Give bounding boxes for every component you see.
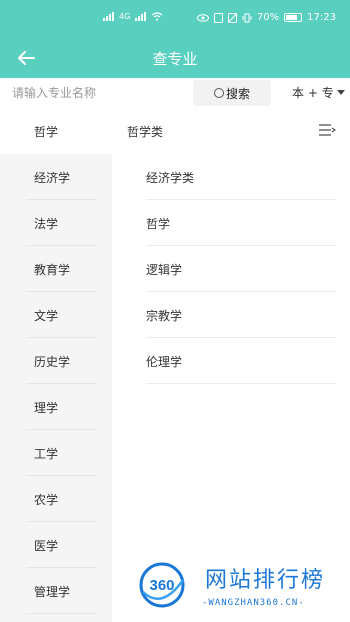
navigation-header: 查专业 <box>0 38 350 78</box>
search-input[interactable] <box>12 82 188 104</box>
subject-list: 哲学类 经济学类 哲学 逻辑学 宗教学 伦理学 <box>112 108 350 622</box>
battery-icon <box>284 13 303 22</box>
category-item-law[interactable]: 法学 <box>0 200 112 246</box>
search-icon <box>213 88 224 98</box>
subject-label: 逻辑学 <box>146 263 183 277</box>
network-type: 4G <box>119 12 131 21</box>
category-label: 经济学 <box>34 171 71 185</box>
category-label: 医学 <box>34 539 59 553</box>
category-item-philosophy[interactable]: 哲学 <box>0 108 112 154</box>
eye-icon <box>196 13 209 22</box>
category-item-agriculture[interactable]: 农学 <box>0 476 112 522</box>
clock-time: 17:23 <box>307 12 336 23</box>
status-right: 70% 17:23 <box>196 12 336 23</box>
nfc-icon <box>213 12 223 23</box>
category-label: 历史学 <box>34 355 71 369</box>
category-label: 管理学 <box>34 585 71 599</box>
group-title: 哲学类 <box>127 125 164 139</box>
category-item-medicine[interactable]: 医学 <box>0 522 112 568</box>
category-label: 工学 <box>34 447 59 461</box>
mute-icon <box>227 12 237 23</box>
category-label: 文学 <box>34 309 59 323</box>
search-button[interactable]: 搜索 <box>193 80 271 106</box>
category-label: 哲学 <box>34 125 59 139</box>
level-select-value: 本 + 专 <box>292 86 334 100</box>
level-select-dropdown[interactable]: 本 + 专 <box>292 84 345 101</box>
signal-indicators: 4G <box>103 12 163 21</box>
category-label: 理学 <box>34 401 59 415</box>
divider <box>146 383 336 384</box>
subject-label: 经济学类 <box>146 171 195 185</box>
subject-label: 宗教学 <box>146 309 183 323</box>
divider <box>26 613 96 614</box>
wifi-icon <box>151 12 163 21</box>
subject-item[interactable]: 宗教学 <box>146 292 336 338</box>
watermark: 360 网站排行榜 -WANGZHAN360.CN- <box>132 558 350 620</box>
category-item-literature[interactable]: 文学 <box>0 292 112 338</box>
vibrate-icon <box>242 13 252 22</box>
subject-item[interactable]: 逻辑学 <box>146 246 336 292</box>
category-item-history[interactable]: 历史学 <box>0 338 112 384</box>
logo-360-icon: 360 <box>139 562 185 608</box>
battery-percentage: 70% <box>256 12 280 23</box>
caret-down-icon <box>336 90 345 95</box>
svg-text:360: 360 <box>149 577 174 594</box>
page-title: 查专业 <box>152 50 198 68</box>
category-item-economics[interactable]: 经济学 <box>0 154 112 200</box>
category-item-engineering[interactable]: 工学 <box>0 430 112 476</box>
category-label: 法学 <box>34 217 59 231</box>
category-sidebar: 哲学 经济学 法学 教育学 文学 历史学 理学 工学 农学 医学 管理学 <box>0 108 112 622</box>
subject-item[interactable]: 经济学类 <box>146 154 336 200</box>
watermark-brand: 网站排行榜 <box>205 568 326 593</box>
category-label: 农学 <box>34 493 59 507</box>
signal-bars-2-icon <box>135 12 147 21</box>
category-item-education[interactable]: 教育学 <box>0 246 112 292</box>
search-button-label: 搜索 <box>225 86 250 101</box>
status-bar: 4G 70% 17:23 <box>0 0 350 38</box>
category-item-management[interactable]: 管理学 <box>0 568 112 614</box>
watermark-url: -WANGZHAN360.CN- <box>202 598 305 608</box>
signal-bars-icon <box>103 12 114 21</box>
subject-label: 哲学 <box>146 217 171 231</box>
subject-item[interactable]: 伦理学 <box>146 338 336 384</box>
app-header-background: 4G 70% 17:23 查专业 <box>0 0 350 78</box>
subject-label: 伦理学 <box>146 355 183 369</box>
subject-item[interactable]: 哲学 <box>146 200 336 246</box>
category-item-science[interactable]: 理学 <box>0 384 112 430</box>
search-bar: 搜索 本 + 专 <box>0 78 350 108</box>
category-label: 教育学 <box>34 263 71 277</box>
collapse-list-icon[interactable] <box>318 122 336 138</box>
